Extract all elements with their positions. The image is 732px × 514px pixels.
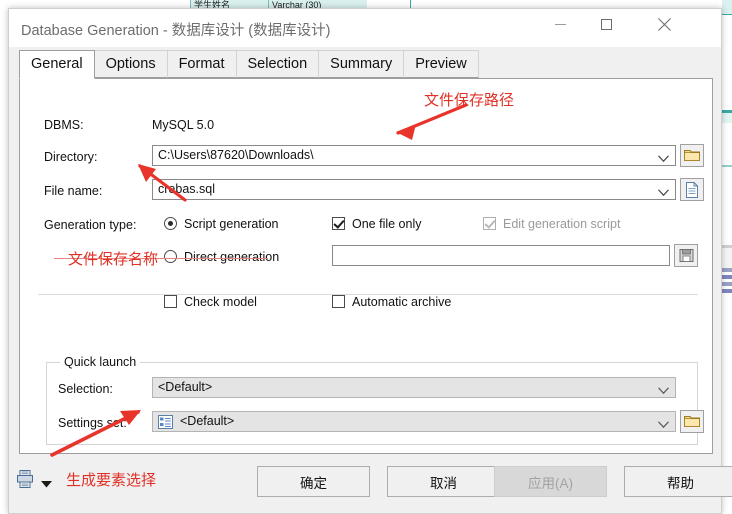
minimize-button[interactable]	[537, 9, 583, 39]
direct-generation-radio[interactable]	[164, 250, 177, 263]
selection-value: <Default>	[158, 380, 213, 394]
settings-set-label: Settings set:	[58, 416, 127, 430]
tab-label: Options	[105, 56, 156, 72]
quick-launch-title: Quick launch	[60, 355, 141, 369]
dialog-title: Database Generation - 数据库设计 (数据库设计)	[21, 23, 331, 39]
edit-generation-script-label: Edit generation script	[503, 217, 621, 231]
one-file-only-checkbox[interactable]	[332, 217, 345, 230]
tab-selection[interactable]: Selection	[235, 50, 320, 78]
check-model-label: Check model	[184, 295, 257, 309]
print-button[interactable]	[17, 470, 34, 491]
document-icon	[686, 182, 698, 198]
settings-set-value: <Default>	[180, 414, 235, 428]
folder-icon	[684, 416, 700, 427]
maximize-icon	[600, 18, 612, 30]
settings-set-combo[interactable]: <Default>	[152, 411, 676, 432]
script-generation-label: Script generation	[184, 217, 279, 231]
apply-button[interactable]: 应用(A)	[494, 466, 607, 497]
filename-label: File name:	[44, 184, 103, 198]
maximize-button[interactable]	[583, 9, 629, 39]
automatic-archive-label: Automatic archive	[352, 295, 452, 309]
database-icon	[679, 249, 693, 262]
tab-label: Summary	[330, 56, 393, 72]
cancel-button[interactable]: 取消	[387, 466, 500, 497]
help-button[interactable]: 帮助	[624, 466, 732, 497]
ok-button[interactable]: 确定	[257, 466, 370, 497]
settings-set-browse-button[interactable]	[680, 410, 704, 433]
minimize-icon	[554, 23, 566, 25]
tab-label: Selection	[247, 56, 308, 72]
selection-combo[interactable]: <Default>	[152, 377, 676, 398]
dialog-footer: 确定 取消 应用(A) 帮助	[9, 454, 732, 513]
generation-type-label: Generation type:	[44, 218, 137, 232]
tab-label: General	[31, 56, 83, 72]
filename-value: crebas.sql	[158, 182, 215, 196]
chevron-down-icon	[658, 152, 669, 166]
one-file-only-label: One file only	[352, 217, 422, 231]
dialog-titlebar: Database Generation - 数据库设计 (数据库设计)	[9, 9, 721, 47]
directory-combo[interactable]: C:\Users\87620\Downloads\	[152, 145, 676, 166]
chevron-down-icon	[658, 384, 669, 398]
quick-launch-group	[46, 362, 698, 445]
background-right-strip	[722, 0, 732, 514]
chevron-down-icon	[41, 481, 52, 488]
tab-format[interactable]: Format	[166, 50, 237, 78]
tab-label: Preview	[415, 56, 467, 72]
tab-preview[interactable]: Preview	[403, 50, 479, 78]
tab-options[interactable]: Options	[93, 50, 168, 78]
print-dropdown-button[interactable]	[41, 477, 52, 491]
folder-icon	[684, 150, 700, 161]
automatic-archive-checkbox[interactable]	[332, 295, 345, 308]
tabstrip: General Options Format Selection Summary…	[19, 50, 713, 79]
direct-generation-label: Direct generation	[184, 250, 280, 264]
database-generation-dialog: Database Generation - 数据库设计 (数据库设计) Gene…	[8, 8, 732, 514]
selection-label: Selection:	[58, 382, 113, 396]
directory-value: C:\Users\87620\Downloads\	[158, 148, 314, 162]
direct-generation-browse-button[interactable]	[674, 244, 698, 267]
edit-generation-script-checkbox[interactable]	[483, 217, 496, 230]
tab-general[interactable]: General	[19, 50, 95, 79]
settings-list-icon	[158, 415, 173, 432]
chevron-down-icon	[658, 186, 669, 200]
dbms-label: DBMS:	[44, 118, 84, 132]
dbms-value: MySQL 5.0	[152, 118, 215, 132]
check-model-checkbox[interactable]	[164, 295, 177, 308]
filename-combo[interactable]: crebas.sql	[152, 179, 676, 200]
script-generation-radio[interactable]	[164, 217, 177, 230]
printer-icon	[17, 470, 33, 488]
close-icon	[657, 17, 671, 31]
directory-browse-button[interactable]	[680, 144, 704, 167]
general-tab-panel: DBMS: MySQL 5.0 Directory: C:\Users\8762…	[19, 78, 713, 454]
directory-label: Directory:	[44, 150, 98, 164]
tab-label: Format	[178, 56, 225, 72]
tab-summary[interactable]: Summary	[318, 50, 405, 78]
close-button[interactable]	[641, 9, 687, 39]
chevron-down-icon	[658, 418, 669, 432]
direct-generation-target-input[interactable]	[332, 245, 670, 266]
filename-browse-button[interactable]	[680, 178, 704, 201]
